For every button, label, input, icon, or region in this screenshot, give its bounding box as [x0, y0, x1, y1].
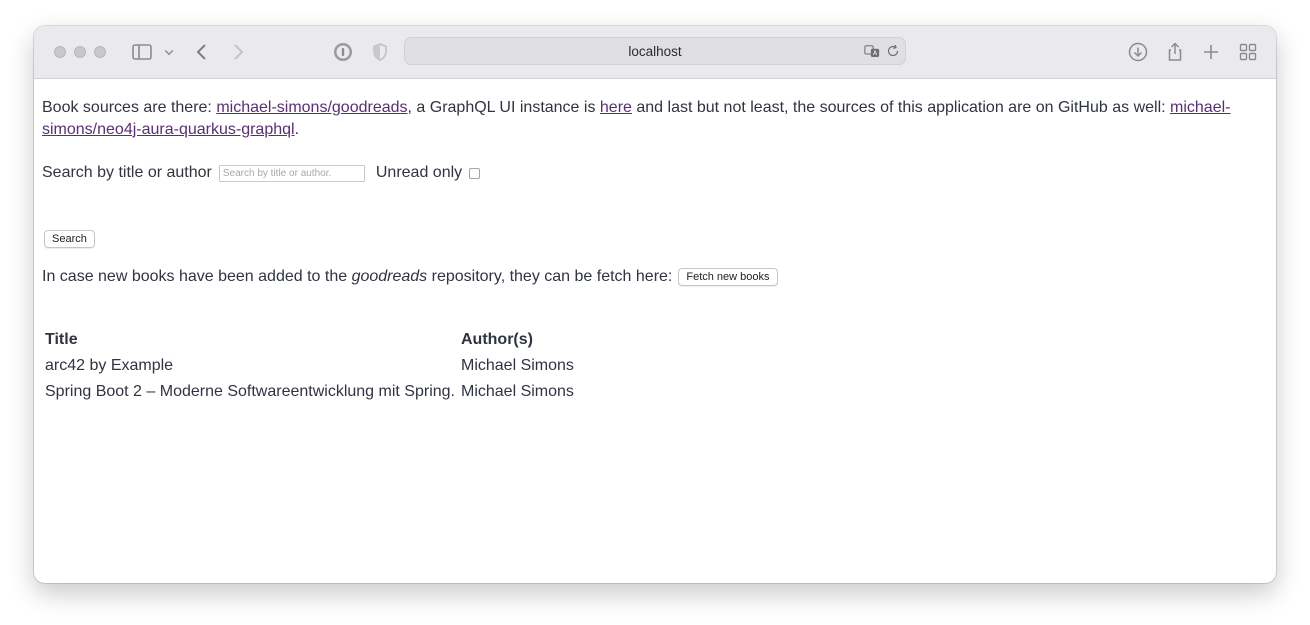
table-row: Spring Boot 2 – Moderne Softwareentwickl…: [42, 379, 577, 405]
intro-text-1: Book sources are there:: [42, 99, 217, 116]
title-column-header: Title: [45, 331, 78, 348]
fetch-new-books-button[interactable]: Fetch new books: [678, 268, 778, 286]
browser-window: localhost A Book sources are there: mich…: [34, 26, 1276, 583]
graphql-ui-link[interactable]: here: [600, 99, 632, 116]
fetch-text-1: In case new books have been added to the: [42, 268, 352, 285]
table-header-row: Title Author(s): [42, 327, 577, 353]
close-window-button[interactable]: [54, 46, 66, 58]
zoom-window-button[interactable]: [94, 46, 106, 58]
share-icon[interactable]: [1163, 40, 1187, 64]
authors-column-header: Author(s): [461, 331, 533, 348]
search-input[interactable]: [218, 164, 365, 182]
intro-text-4: .: [294, 121, 300, 138]
fetch-text-2: repository, they can be fetch here:: [427, 268, 673, 285]
translate-icon[interactable]: A: [863, 42, 881, 60]
new-tab-icon[interactable]: [1199, 40, 1223, 64]
reload-icon[interactable]: [884, 42, 902, 60]
browser-toolbar: localhost A: [34, 26, 1276, 79]
address-bar[interactable]: localhost A: [404, 37, 906, 65]
intro-text-2: , a GraphQL UI instance is: [407, 99, 600, 116]
intro-paragraph: Book sources are there: michael-simons/g…: [42, 97, 1252, 141]
book-title: Spring Boot 2 – Moderne Softwareentwickl…: [45, 383, 455, 400]
unread-only-label: Unread only: [375, 164, 463, 181]
page-content: Book sources are there: michael-simons/g…: [34, 79, 1276, 583]
sidebar-toggle-icon[interactable]: [130, 40, 154, 64]
minimize-window-button[interactable]: [74, 46, 86, 58]
search-form: Search by title or author Unread only: [42, 161, 481, 185]
url-text: localhost: [628, 44, 682, 59]
search-button[interactable]: Search: [44, 230, 95, 248]
book-title: arc42 by Example: [45, 357, 174, 374]
chevron-down-icon[interactable]: [160, 40, 178, 64]
fetch-row: In case new books have been added to the…: [42, 265, 778, 289]
unread-only-checkbox[interactable]: [469, 168, 481, 179]
privacy-shield-icon[interactable]: [368, 40, 392, 64]
book-authors: Michael Simons: [461, 383, 574, 400]
fetch-emphasis: goodreads: [351, 268, 428, 285]
table-row: arc42 by Example Michael Simons: [42, 353, 577, 379]
password-manager-icon[interactable]: [331, 40, 355, 64]
tab-overview-icon[interactable]: [1236, 40, 1260, 64]
book-authors: Michael Simons: [461, 357, 574, 374]
books-table: Title Author(s) arc42 by Example Michael…: [42, 327, 577, 405]
search-label: Search by title or author: [42, 164, 212, 181]
back-icon[interactable]: [190, 40, 214, 64]
forward-icon[interactable]: [226, 40, 250, 64]
goodreads-repo-link[interactable]: michael-simons/goodreads: [216, 99, 407, 116]
intro-text-3: and last but not least, the sources of t…: [631, 99, 1171, 116]
downloads-icon[interactable]: [1126, 40, 1150, 64]
